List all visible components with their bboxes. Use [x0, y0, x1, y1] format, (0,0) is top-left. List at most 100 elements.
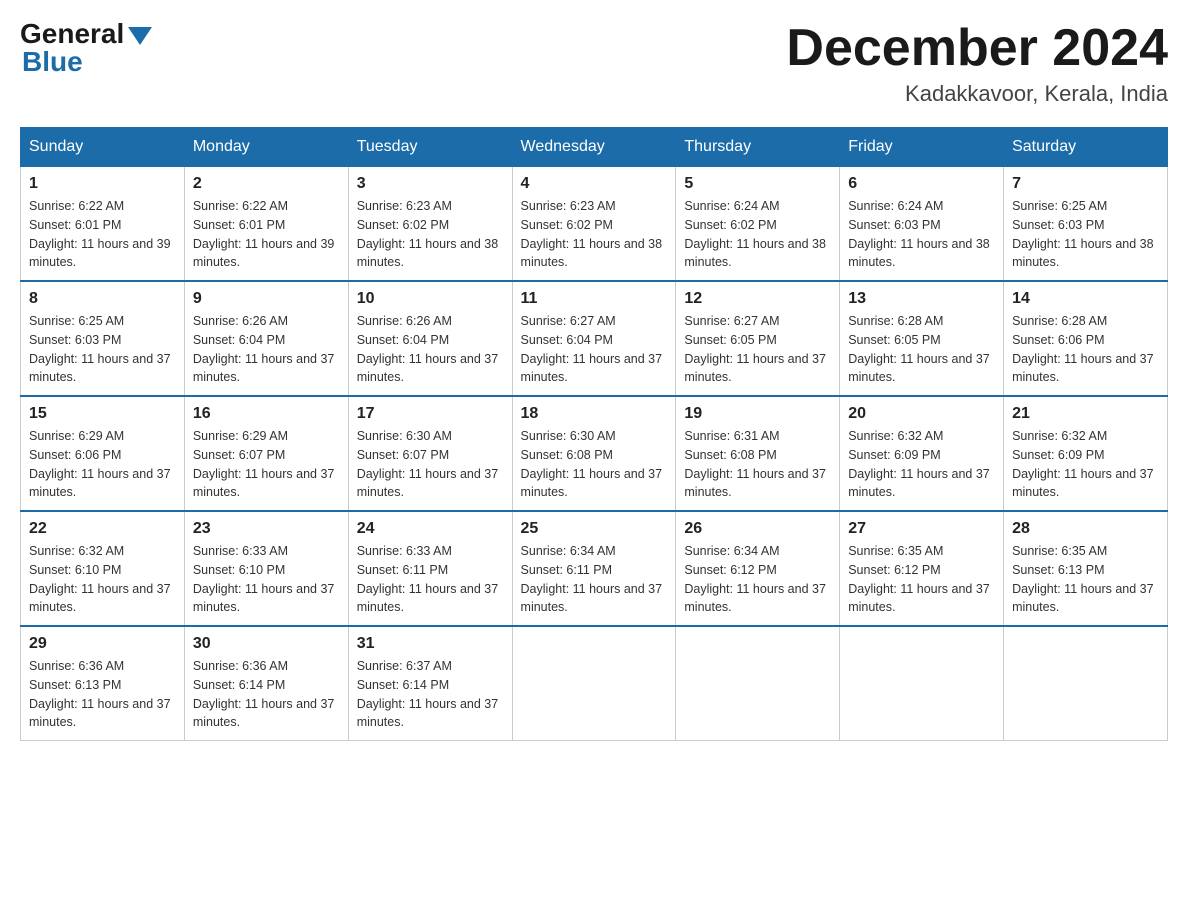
day-info: Sunrise: 6:36 AM Sunset: 6:13 PM Dayligh…: [29, 657, 176, 732]
calendar-table: Sunday Monday Tuesday Wednesday Thursday…: [20, 127, 1168, 741]
day-info: Sunrise: 6:27 AM Sunset: 6:04 PM Dayligh…: [521, 312, 668, 387]
location-subtitle: Kadakkavoor, Kerala, India: [786, 81, 1168, 107]
day-number: 9: [193, 290, 340, 308]
day-number: 13: [848, 290, 995, 308]
logo: General Blue: [20, 20, 152, 76]
day-info: Sunrise: 6:34 AM Sunset: 6:11 PM Dayligh…: [521, 542, 668, 617]
header-thursday: Thursday: [676, 128, 840, 167]
table-row: 21 Sunrise: 6:32 AM Sunset: 6:09 PM Dayl…: [1004, 396, 1168, 511]
day-info: Sunrise: 6:25 AM Sunset: 6:03 PM Dayligh…: [29, 312, 176, 387]
table-row: 17 Sunrise: 6:30 AM Sunset: 6:07 PM Dayl…: [348, 396, 512, 511]
table-row: 6 Sunrise: 6:24 AM Sunset: 6:03 PM Dayli…: [840, 167, 1004, 282]
day-info: Sunrise: 6:32 AM Sunset: 6:09 PM Dayligh…: [848, 427, 995, 502]
day-info: Sunrise: 6:26 AM Sunset: 6:04 PM Dayligh…: [357, 312, 504, 387]
day-info: Sunrise: 6:28 AM Sunset: 6:05 PM Dayligh…: [848, 312, 995, 387]
table-row: 1 Sunrise: 6:22 AM Sunset: 6:01 PM Dayli…: [21, 167, 185, 282]
page-header: General Blue December 2024 Kadakkavoor, …: [20, 20, 1168, 107]
day-info: Sunrise: 6:33 AM Sunset: 6:10 PM Dayligh…: [193, 542, 340, 617]
table-row: 12 Sunrise: 6:27 AM Sunset: 6:05 PM Dayl…: [676, 281, 840, 396]
calendar-week-row: 15 Sunrise: 6:29 AM Sunset: 6:06 PM Dayl…: [21, 396, 1168, 511]
day-info: Sunrise: 6:30 AM Sunset: 6:07 PM Dayligh…: [357, 427, 504, 502]
day-info: Sunrise: 6:35 AM Sunset: 6:12 PM Dayligh…: [848, 542, 995, 617]
day-number: 3: [357, 175, 504, 193]
day-number: 30: [193, 635, 340, 653]
day-number: 15: [29, 405, 176, 423]
day-info: Sunrise: 6:30 AM Sunset: 6:08 PM Dayligh…: [521, 427, 668, 502]
table-row: 22 Sunrise: 6:32 AM Sunset: 6:10 PM Dayl…: [21, 511, 185, 626]
table-row: 30 Sunrise: 6:36 AM Sunset: 6:14 PM Dayl…: [184, 626, 348, 741]
day-number: 28: [1012, 520, 1159, 538]
day-number: 18: [521, 405, 668, 423]
month-title: December 2024: [786, 20, 1168, 77]
day-number: 4: [521, 175, 668, 193]
calendar-header-row: Sunday Monday Tuesday Wednesday Thursday…: [21, 128, 1168, 167]
day-info: Sunrise: 6:35 AM Sunset: 6:13 PM Dayligh…: [1012, 542, 1159, 617]
day-info: Sunrise: 6:33 AM Sunset: 6:11 PM Dayligh…: [357, 542, 504, 617]
day-number: 1: [29, 175, 176, 193]
table-row: [840, 626, 1004, 741]
table-row: 20 Sunrise: 6:32 AM Sunset: 6:09 PM Dayl…: [840, 396, 1004, 511]
table-row: 3 Sunrise: 6:23 AM Sunset: 6:02 PM Dayli…: [348, 167, 512, 282]
table-row: 29 Sunrise: 6:36 AM Sunset: 6:13 PM Dayl…: [21, 626, 185, 741]
table-row: 8 Sunrise: 6:25 AM Sunset: 6:03 PM Dayli…: [21, 281, 185, 396]
table-row: 27 Sunrise: 6:35 AM Sunset: 6:12 PM Dayl…: [840, 511, 1004, 626]
day-number: 20: [848, 405, 995, 423]
header-friday: Friday: [840, 128, 1004, 167]
day-number: 27: [848, 520, 995, 538]
table-row: 25 Sunrise: 6:34 AM Sunset: 6:11 PM Dayl…: [512, 511, 676, 626]
day-number: 19: [684, 405, 831, 423]
calendar-week-row: 1 Sunrise: 6:22 AM Sunset: 6:01 PM Dayli…: [21, 167, 1168, 282]
day-number: 11: [521, 290, 668, 308]
header-sunday: Sunday: [21, 128, 185, 167]
table-row: 15 Sunrise: 6:29 AM Sunset: 6:06 PM Dayl…: [21, 396, 185, 511]
day-number: 29: [29, 635, 176, 653]
table-row: 19 Sunrise: 6:31 AM Sunset: 6:08 PM Dayl…: [676, 396, 840, 511]
logo-arrow-icon: [128, 27, 152, 45]
day-info: Sunrise: 6:29 AM Sunset: 6:07 PM Dayligh…: [193, 427, 340, 502]
day-number: 22: [29, 520, 176, 538]
calendar-week-row: 22 Sunrise: 6:32 AM Sunset: 6:10 PM Dayl…: [21, 511, 1168, 626]
day-number: 8: [29, 290, 176, 308]
day-info: Sunrise: 6:31 AM Sunset: 6:08 PM Dayligh…: [684, 427, 831, 502]
day-number: 10: [357, 290, 504, 308]
table-row: 24 Sunrise: 6:33 AM Sunset: 6:11 PM Dayl…: [348, 511, 512, 626]
table-row: 9 Sunrise: 6:26 AM Sunset: 6:04 PM Dayli…: [184, 281, 348, 396]
day-info: Sunrise: 6:36 AM Sunset: 6:14 PM Dayligh…: [193, 657, 340, 732]
day-number: 25: [521, 520, 668, 538]
day-number: 2: [193, 175, 340, 193]
day-number: 23: [193, 520, 340, 538]
day-number: 14: [1012, 290, 1159, 308]
day-info: Sunrise: 6:32 AM Sunset: 6:09 PM Dayligh…: [1012, 427, 1159, 502]
table-row: 28 Sunrise: 6:35 AM Sunset: 6:13 PM Dayl…: [1004, 511, 1168, 626]
day-info: Sunrise: 6:22 AM Sunset: 6:01 PM Dayligh…: [29, 197, 176, 272]
day-info: Sunrise: 6:23 AM Sunset: 6:02 PM Dayligh…: [521, 197, 668, 272]
table-row: 7 Sunrise: 6:25 AM Sunset: 6:03 PM Dayli…: [1004, 167, 1168, 282]
day-number: 6: [848, 175, 995, 193]
logo-general: General: [20, 20, 152, 48]
day-info: Sunrise: 6:34 AM Sunset: 6:12 PM Dayligh…: [684, 542, 831, 617]
logo-general-text: General: [20, 20, 124, 48]
day-number: 7: [1012, 175, 1159, 193]
day-info: Sunrise: 6:37 AM Sunset: 6:14 PM Dayligh…: [357, 657, 504, 732]
day-info: Sunrise: 6:22 AM Sunset: 6:01 PM Dayligh…: [193, 197, 340, 272]
table-row: 31 Sunrise: 6:37 AM Sunset: 6:14 PM Dayl…: [348, 626, 512, 741]
day-number: 5: [684, 175, 831, 193]
day-info: Sunrise: 6:29 AM Sunset: 6:06 PM Dayligh…: [29, 427, 176, 502]
header-tuesday: Tuesday: [348, 128, 512, 167]
table-row: [676, 626, 840, 741]
table-row: 2 Sunrise: 6:22 AM Sunset: 6:01 PM Dayli…: [184, 167, 348, 282]
day-info: Sunrise: 6:28 AM Sunset: 6:06 PM Dayligh…: [1012, 312, 1159, 387]
day-info: Sunrise: 6:32 AM Sunset: 6:10 PM Dayligh…: [29, 542, 176, 617]
table-row: 11 Sunrise: 6:27 AM Sunset: 6:04 PM Dayl…: [512, 281, 676, 396]
table-row: 5 Sunrise: 6:24 AM Sunset: 6:02 PM Dayli…: [676, 167, 840, 282]
day-number: 17: [357, 405, 504, 423]
table-row: 14 Sunrise: 6:28 AM Sunset: 6:06 PM Dayl…: [1004, 281, 1168, 396]
table-row: 23 Sunrise: 6:33 AM Sunset: 6:10 PM Dayl…: [184, 511, 348, 626]
table-row: 18 Sunrise: 6:30 AM Sunset: 6:08 PM Dayl…: [512, 396, 676, 511]
day-info: Sunrise: 6:24 AM Sunset: 6:02 PM Dayligh…: [684, 197, 831, 272]
day-number: 12: [684, 290, 831, 308]
table-row: 16 Sunrise: 6:29 AM Sunset: 6:07 PM Dayl…: [184, 396, 348, 511]
table-row: [1004, 626, 1168, 741]
day-number: 21: [1012, 405, 1159, 423]
day-number: 16: [193, 405, 340, 423]
